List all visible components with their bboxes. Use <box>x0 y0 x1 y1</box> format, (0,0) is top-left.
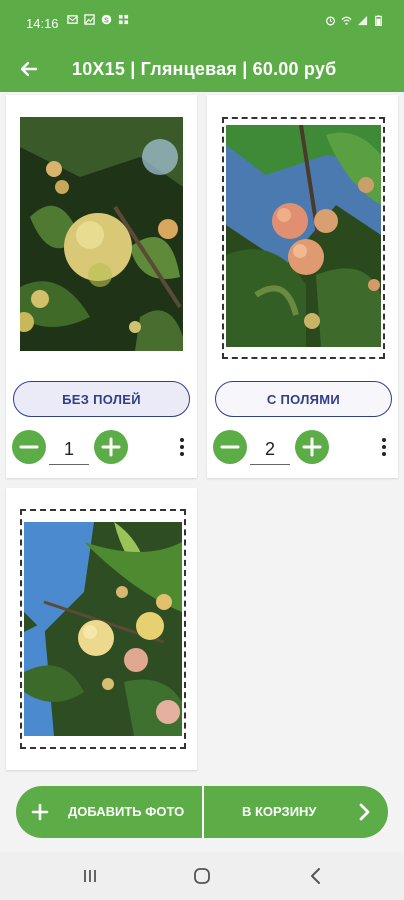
photo-card: С ПОЛЯМИ 2 <box>207 95 398 478</box>
photo-thumbnail[interactable] <box>20 117 183 351</box>
status-bar: 14:16 S <box>0 0 404 46</box>
to-cart-button[interactable]: В КОРЗИНУ <box>204 786 388 838</box>
photo-icon <box>84 14 95 25</box>
photo-card <box>6 488 197 770</box>
app-bar: 10X15 | Глянцевая | 60.00 руб <box>0 46 404 92</box>
photo-thumbnail[interactable] <box>226 125 381 347</box>
wifi-icon <box>341 16 352 25</box>
signal-icon <box>357 15 368 26</box>
plus-icon <box>31 803 49 821</box>
to-cart-label: В КОРЗИНУ <box>242 804 317 819</box>
alarm-icon <box>326 16 335 26</box>
minus-icon <box>220 445 240 449</box>
chevron-right-icon <box>359 803 370 821</box>
status-left-icons: S <box>67 14 129 25</box>
back-nav-icon[interactable] <box>304 864 328 888</box>
add-photo-button[interactable]: ДОБАВИТЬ ФОТО <box>16 786 202 838</box>
increase-quantity-button[interactable] <box>295 430 329 464</box>
system-nav-bar <box>0 852 404 900</box>
more-options-icon[interactable] <box>175 435 189 461</box>
bottom-action-bar: ДОБАВИТЬ ФОТО В КОРЗИНУ <box>16 786 388 838</box>
minus-icon <box>19 445 39 449</box>
status-right-icons <box>325 15 384 26</box>
battery-icon <box>375 15 382 26</box>
recent-apps-icon[interactable] <box>78 864 102 888</box>
more-options-icon[interactable] <box>377 435 391 461</box>
plus-icon <box>302 437 322 457</box>
add-photo-label: ДОБАВИТЬ ФОТО <box>68 804 185 819</box>
quantity-field[interactable]: 2 <box>250 434 290 465</box>
decrease-quantity-button[interactable] <box>213 430 247 464</box>
decrease-quantity-button[interactable] <box>12 430 46 464</box>
quantity-field[interactable]: 1 <box>49 434 89 465</box>
plus-icon <box>101 437 121 457</box>
home-icon[interactable] <box>190 864 214 888</box>
svg-text:S: S <box>104 15 109 24</box>
photo-thumbnail[interactable] <box>24 522 182 736</box>
skype-icon: S <box>101 14 112 25</box>
page-title: 10X15 | Глянцевая | 60.00 руб <box>72 59 337 79</box>
grid-icon <box>118 14 129 25</box>
mail-icon <box>67 15 78 24</box>
option-with-border-button[interactable]: С ПОЛЯМИ <box>215 381 392 417</box>
increase-quantity-button[interactable] <box>94 430 128 464</box>
status-time: 14:16 <box>26 16 59 31</box>
photo-card: БЕЗ ПОЛЕЙ 1 <box>6 95 197 478</box>
arrow-left-icon[interactable] <box>14 54 44 84</box>
option-no-border-button[interactable]: БЕЗ ПОЛЕЙ <box>13 381 190 417</box>
